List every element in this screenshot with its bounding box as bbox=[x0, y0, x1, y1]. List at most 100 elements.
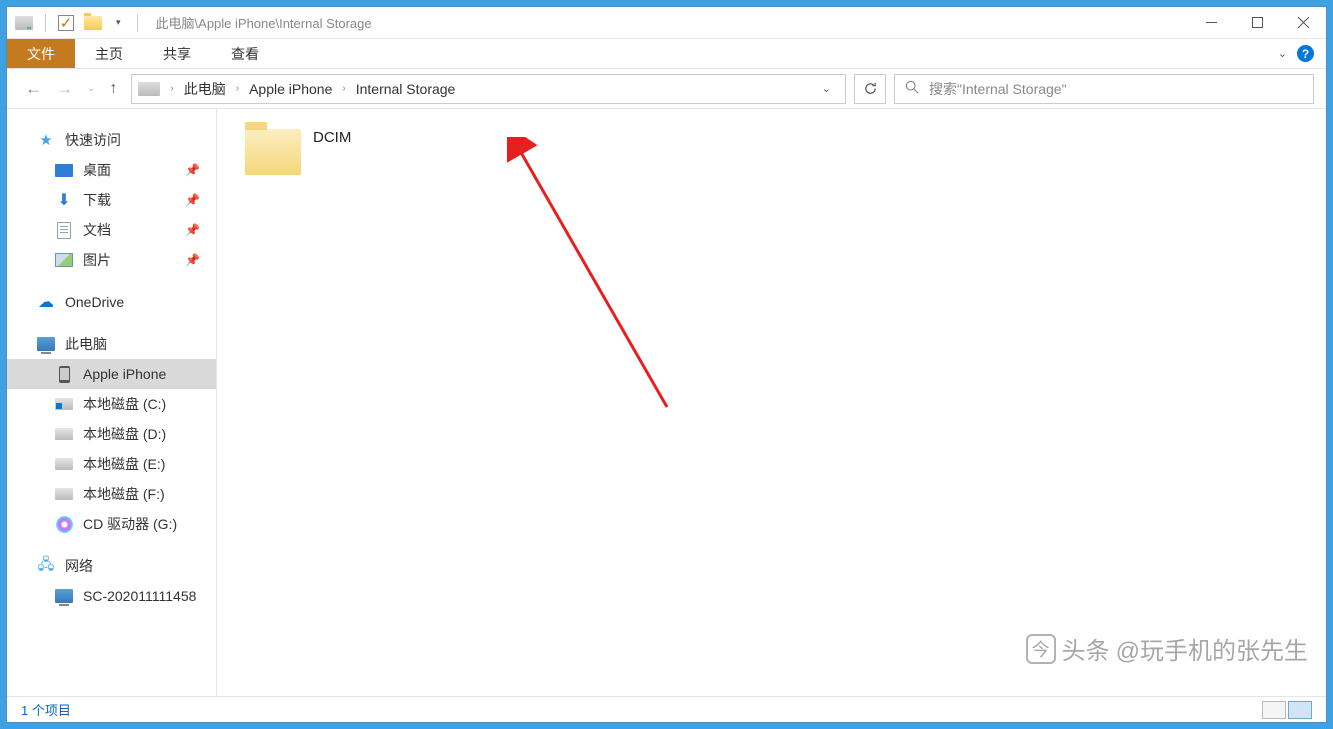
refresh-button[interactable] bbox=[854, 74, 886, 104]
sidebar-disk-c[interactable]: 本地磁盘 (C:) bbox=[7, 389, 216, 419]
properties-icon[interactable]: ✓ bbox=[58, 15, 74, 31]
sidebar-pictures[interactable]: 图片 📌 bbox=[7, 245, 216, 275]
drive-icon bbox=[15, 14, 33, 32]
up-button[interactable]: ↑ bbox=[109, 80, 117, 98]
sidebar-item-label: CD 驱动器 (G:) bbox=[83, 514, 177, 534]
sidebar-onedrive[interactable]: ☁ OneDrive bbox=[7, 287, 216, 317]
drive-icon bbox=[55, 395, 73, 413]
sidebar-downloads[interactable]: ⬇ 下载 📌 bbox=[7, 185, 216, 215]
view-details-button[interactable] bbox=[1262, 701, 1286, 719]
sidebar-item-label: 图片 bbox=[83, 250, 111, 270]
sidebar-item-label: Apple iPhone bbox=[83, 366, 166, 382]
ribbon-tab-share[interactable]: 共享 bbox=[143, 39, 211, 68]
watermark-text: @玩手机的张先生 bbox=[1116, 631, 1308, 666]
ribbon-tab-home[interactable]: 主页 bbox=[75, 39, 143, 68]
desktop-icon bbox=[55, 161, 73, 179]
sidebar-network-pc[interactable]: SC-202011111458 bbox=[7, 581, 216, 611]
pin-icon: 📌 bbox=[185, 163, 200, 177]
minimize-button[interactable] bbox=[1188, 7, 1234, 39]
explorer-window: ✓ ▾ 此电脑\Apple iPhone\Internal Storage 文件… bbox=[6, 6, 1327, 723]
address-dropdown-icon[interactable]: ⌄ bbox=[814, 82, 839, 95]
watermark-prefix: 头条 bbox=[1062, 631, 1110, 666]
sidebar-item-label: 下载 bbox=[83, 190, 111, 210]
address-bar[interactable]: › 此电脑 › Apple iPhone › Internal Storage … bbox=[131, 74, 846, 104]
network-icon: 🖧 bbox=[37, 557, 55, 575]
status-item-count: 1 个项目 bbox=[21, 700, 71, 719]
folder-icon bbox=[245, 129, 301, 175]
sidebar-item-label: 本地磁盘 (E:) bbox=[83, 454, 165, 474]
qat-dropdown-icon[interactable]: ▾ bbox=[112, 17, 125, 28]
pc-icon bbox=[37, 335, 55, 353]
breadcrumb-sep-icon[interactable]: › bbox=[232, 83, 243, 94]
sidebar-item-label: 文档 bbox=[83, 220, 111, 240]
folder-label: DCIM bbox=[313, 127, 351, 146]
forward-button[interactable]: → bbox=[56, 79, 73, 99]
navigation-pane: ★快速访问 桌面 📌 ⬇ 下载 📌 文档 📌 图片 📌 ☁ OneDrive 此电脑 App… bbox=[7, 109, 217, 696]
breadcrumb-sep-icon[interactable]: › bbox=[166, 83, 177, 94]
sidebar-item-label: SC-202011111458 bbox=[83, 588, 196, 604]
sidebar-item-label: 此电脑 bbox=[65, 334, 107, 354]
sidebar-apple-iphone[interactable]: Apple iPhone bbox=[7, 359, 216, 389]
sidebar-disk-f[interactable]: 本地磁盘 (F:) bbox=[7, 479, 216, 509]
body: ★快速访问 桌面 📌 ⬇ 下载 📌 文档 📌 图片 📌 ☁ OneDrive 此电脑 App… bbox=[7, 109, 1326, 696]
sidebar-desktop[interactable]: 桌面 📌 bbox=[7, 155, 216, 185]
folder-icon bbox=[84, 14, 102, 32]
breadcrumb-device[interactable]: Apple iPhone bbox=[249, 81, 332, 97]
close-button[interactable] bbox=[1280, 7, 1326, 39]
nav-arrows: ← → ⌄ ↑ bbox=[19, 79, 123, 99]
annotation-arrow bbox=[507, 137, 687, 417]
folder-item-dcim[interactable]: DCIM bbox=[245, 127, 505, 175]
content-pane[interactable]: DCIM 今 头条 @玩手机的张先生 bbox=[217, 109, 1326, 696]
sidebar-documents[interactable]: 文档 📌 bbox=[7, 215, 216, 245]
pictures-icon bbox=[55, 251, 73, 269]
sidebar-item-label: 本地磁盘 (F:) bbox=[83, 484, 165, 504]
sidebar-cd-g[interactable]: CD 驱动器 (G:) bbox=[7, 509, 216, 539]
back-button[interactable]: ← bbox=[25, 79, 42, 99]
search-icon bbox=[905, 80, 919, 97]
breadcrumb-sep-icon[interactable]: › bbox=[338, 83, 349, 94]
pin-icon: 📌 bbox=[185, 223, 200, 237]
help-icon[interactable]: ? bbox=[1297, 45, 1314, 62]
breadcrumb-root[interactable]: 此电脑 bbox=[184, 79, 226, 99]
view-icons-button[interactable] bbox=[1288, 701, 1312, 719]
status-bar: 1 个项目 bbox=[7, 696, 1326, 722]
watermark: 今 头条 @玩手机的张先生 bbox=[1026, 631, 1308, 666]
pc-icon bbox=[55, 587, 73, 605]
ribbon-tab-file[interactable]: 文件 bbox=[7, 39, 75, 68]
window-title: 此电脑\Apple iPhone\Internal Storage bbox=[150, 13, 372, 32]
ribbon: 文件 主页 共享 查看 ⌄ ? bbox=[7, 39, 1326, 69]
drive-icon bbox=[55, 455, 73, 473]
sidebar-disk-e[interactable]: 本地磁盘 (E:) bbox=[7, 449, 216, 479]
sidebar-item-label: 本地磁盘 (D:) bbox=[83, 424, 166, 444]
search-box[interactable] bbox=[894, 74, 1314, 104]
recent-dropdown-icon[interactable]: ⌄ bbox=[87, 83, 95, 94]
cd-icon bbox=[55, 515, 73, 533]
window-controls bbox=[1188, 7, 1326, 39]
sidebar-network[interactable]: 🖧 网络 bbox=[7, 551, 216, 581]
sidebar-item-label: 快速访问 bbox=[65, 130, 121, 150]
address-row: ← → ⌄ ↑ › 此电脑 › Apple iPhone › Internal … bbox=[7, 69, 1326, 109]
document-icon bbox=[55, 221, 73, 239]
quick-access-toolbar: ✓ ▾ 此电脑\Apple iPhone\Internal Storage bbox=[7, 13, 372, 32]
breadcrumb-storage[interactable]: Internal Storage bbox=[356, 81, 456, 97]
qat-divider-2 bbox=[137, 14, 138, 32]
location-drive-icon bbox=[138, 82, 160, 96]
pin-icon: 📌 bbox=[185, 253, 200, 267]
sidebar-item-label: OneDrive bbox=[65, 294, 124, 310]
pin-icon: 📌 bbox=[185, 193, 200, 207]
sidebar-item-label: 桌面 bbox=[83, 160, 111, 180]
download-icon: ⬇ bbox=[55, 191, 73, 209]
cloud-icon: ☁ bbox=[37, 293, 55, 311]
sidebar-item-label: 网络 bbox=[65, 556, 93, 576]
drive-icon bbox=[55, 425, 73, 443]
ribbon-tab-view[interactable]: 查看 bbox=[211, 39, 279, 68]
sidebar-disk-d[interactable]: 本地磁盘 (D:) bbox=[7, 419, 216, 449]
sidebar-quick-access[interactable]: ★快速访问 bbox=[7, 125, 216, 155]
sidebar-this-pc[interactable]: 此电脑 bbox=[7, 329, 216, 359]
drive-icon bbox=[55, 485, 73, 503]
maximize-button[interactable] bbox=[1234, 7, 1280, 39]
qat-divider bbox=[45, 14, 46, 32]
search-input[interactable] bbox=[929, 81, 1303, 97]
phone-icon bbox=[55, 365, 73, 383]
ribbon-expand-icon[interactable]: ⌄ bbox=[1278, 47, 1287, 60]
